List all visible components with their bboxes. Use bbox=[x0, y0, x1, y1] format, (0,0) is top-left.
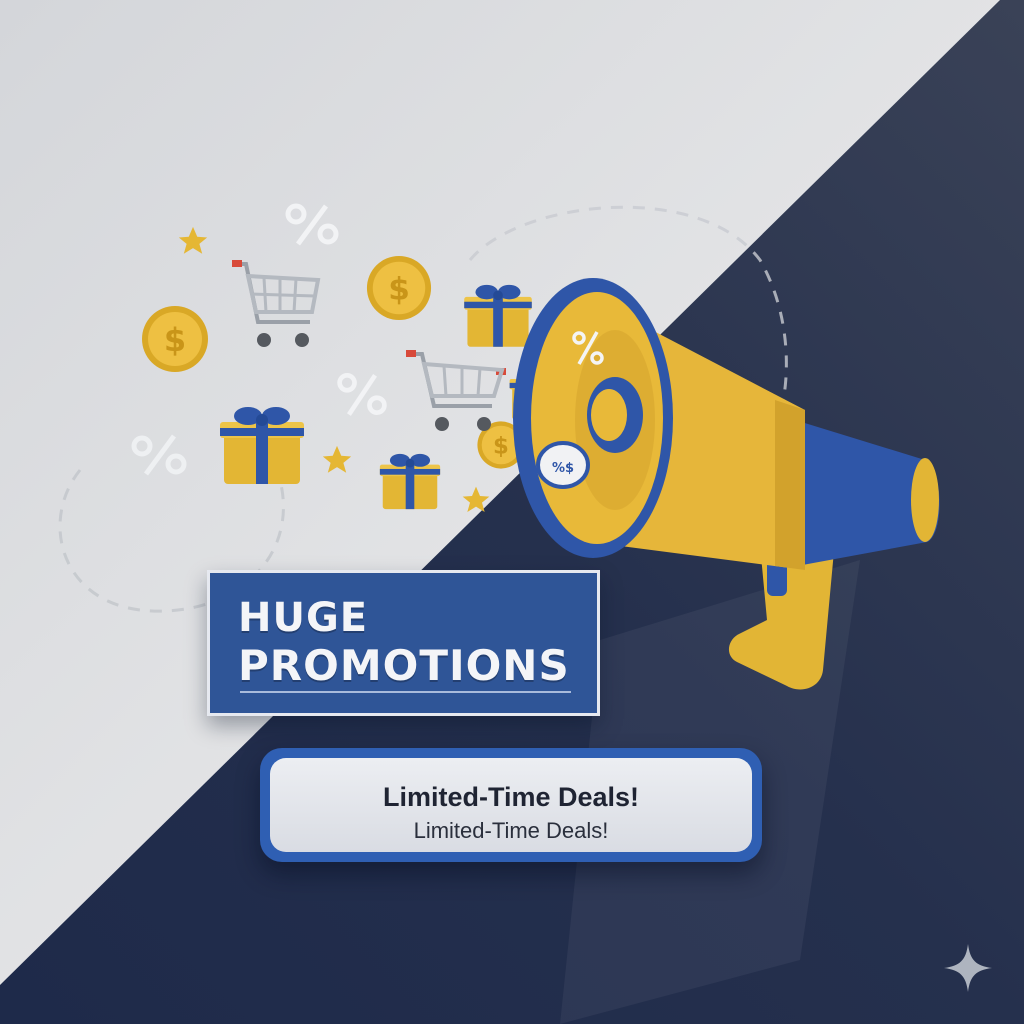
deals-headline: Limited-Time Deals! bbox=[382, 782, 640, 812]
svg-text:$: $ bbox=[388, 272, 410, 308]
svg-text:%$: %$ bbox=[552, 461, 574, 476]
dollar-coin-icon: $ bbox=[142, 306, 208, 372]
gift-box-icon bbox=[220, 407, 304, 484]
dollar-coin-icon: $ bbox=[366, 255, 432, 321]
shopping-cart-icon bbox=[406, 350, 506, 431]
deals-subtext: Limited-Time Deals! bbox=[413, 818, 609, 843]
percent-icon bbox=[285, 203, 339, 246]
gift-box-icon bbox=[379, 453, 441, 510]
deals-badge: Limited-Time Deals! Limited-Time Deals! bbox=[260, 748, 762, 862]
star-icon bbox=[178, 226, 208, 254]
title-line-1: HUGE bbox=[238, 595, 369, 641]
sparkle-icon bbox=[944, 944, 992, 992]
percent-icon bbox=[337, 373, 387, 416]
percent-icon bbox=[131, 434, 187, 476]
title-line-2: PROMOTIONS bbox=[238, 641, 570, 690]
shopping-cart-icon bbox=[232, 260, 321, 347]
svg-text:$: $ bbox=[164, 321, 186, 359]
title-underline bbox=[240, 691, 571, 693]
star-icon bbox=[462, 486, 490, 512]
promo-title-banner: HUGE PROMOTIONS bbox=[207, 570, 600, 716]
star-icon bbox=[322, 445, 352, 473]
deals-badge-inner: Limited-Time Deals! Limited-Time Deals! bbox=[270, 758, 752, 852]
